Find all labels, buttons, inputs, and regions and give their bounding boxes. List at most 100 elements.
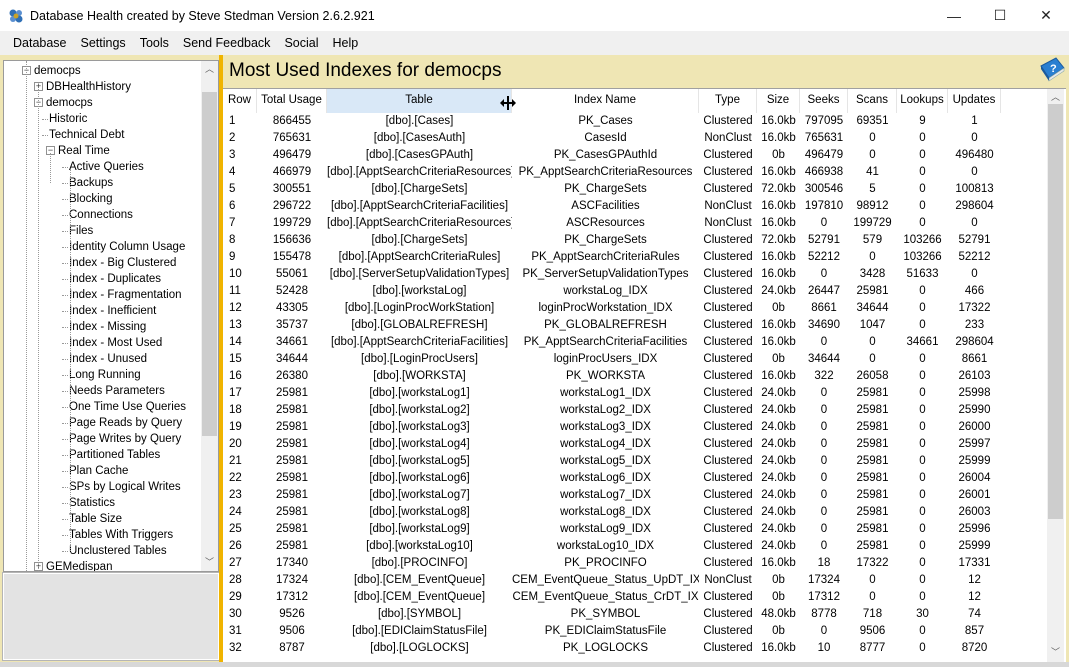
column-header-index-name[interactable]: Index Name [512,89,699,113]
help-book-icon[interactable]: ? [1038,56,1066,82]
tree-item[interactable]: Identity Column Usage [69,239,185,255]
column-header-type[interactable]: Type [699,89,757,113]
tree-item[interactable]: Tables With Triggers [69,527,173,543]
table-row[interactable]: 12 43305 [dbo].[LoginProcWorkStation] login… [223,300,1047,317]
tree-item[interactable]: Unclustered Tables [69,543,167,559]
table-row[interactable]: 27 17340 [dbo].[PROCINFO] PK_PROCINFO Cluste… [223,555,1047,572]
tree-item[interactable]: Index - Unused [69,351,147,367]
menu-social[interactable]: Social [277,31,325,55]
table-row[interactable]: 10 55061 [dbo].[ServerSetupValidationTypes… [223,266,1047,283]
table-row[interactable]: 1 866455 [dbo].[Cases] PK_Cases Clustered 16.… [223,113,1047,130]
maximize-button[interactable]: ☐ [977,0,1023,31]
tree-scroll-thumb[interactable] [202,92,217,436]
table-row[interactable]: 26 25981 [dbo].[workstaLog10] workstaLog10_… [223,538,1047,555]
column-header-row[interactable]: Row [223,89,257,113]
table-row[interactable]: 19 25981 [dbo].[workstaLog3] workstaLog3_ID… [223,419,1047,436]
scroll-down-icon[interactable]: ﹀ [201,554,218,571]
menu-settings[interactable]: Settings [74,31,133,55]
tree-item[interactable]: SPs by Logical Writes [69,479,181,495]
cell-lookups: 0 [919,574,926,586]
table-row[interactable]: 28 17324 [dbo].[CEM_EventQueue] CEM_EventQu… [223,572,1047,589]
tree-item[interactable]: Needs Parameters [69,383,165,399]
tree-item[interactable]: Table Size [69,511,122,527]
table-row[interactable]: 11 52428 [dbo].[workstaLog] workstaLog_IDX C… [223,283,1047,300]
tree-item[interactable]: Page Reads by Query [69,415,182,431]
tree-item[interactable]: Real Time [58,143,110,159]
table-row[interactable]: 6 296722 [dbo].[ApptSearchCriteriaFaciliti… [223,198,1047,215]
table-row[interactable]: 8 156636 [dbo].[ChargeSets] PK_ChargeSets Cl… [223,232,1047,249]
tree-item[interactable]: Historic [49,111,87,127]
column-header-lookups[interactable]: Lookups [897,89,948,113]
cell-scans: 25981 [856,523,889,535]
column-header-seeks[interactable]: Seeks [800,89,848,113]
table-row[interactable]: 15 34644 [dbo].[LoginProcUsers] loginProcUs… [223,351,1047,368]
tree-item[interactable]: Index - Missing [69,319,146,335]
tree-item[interactable]: Long Running [69,367,141,383]
table-row[interactable]: 18 25981 [dbo].[workstaLog2] workstaLog2_ID… [223,402,1047,419]
menu-send-feedback[interactable]: Send Feedback [176,31,278,55]
table-row[interactable]: 22 25981 [dbo].[workstaLog6] workstaLog6_ID… [223,470,1047,487]
tree-item[interactable]: Plan Cache [69,463,128,479]
column-header-scans[interactable]: Scans [848,89,897,113]
table-row[interactable]: 4 466979 [dbo].[ApptSearchCriteriaResource… [223,164,1047,181]
cell-size: 16.0kb [761,132,796,144]
tree-item[interactable]: GEMedispan [46,559,112,571]
tree-item[interactable]: Active Queries [69,159,144,175]
menu-tools[interactable]: Tools [133,31,176,55]
tree-item[interactable]: Index - Inefficient [69,303,156,319]
table-row[interactable]: 14 34661 [dbo].[ApptSearchCriteriaFaciliti… [223,334,1047,351]
column-header-updates[interactable]: Updates [948,89,1001,113]
table-row[interactable]: 17 25981 [dbo].[workstaLog1] workstaLog1_ID… [223,385,1047,402]
tree-item[interactable]: Technical Debt [49,127,124,143]
table-row[interactable]: 3 496479 [dbo].[CasesGPAuth] PK_CasesGPAuth… [223,147,1047,164]
column-header-total-usage[interactable]: Total Usage [257,89,327,113]
tree-item[interactable]: Page Writes by Query [69,431,181,447]
column-header-table[interactable]: Table [327,89,512,113]
table-row[interactable]: 16 26380 [dbo].[WORKSTA] PK_WORKSTA Clustere… [223,368,1047,385]
scroll-down-icon[interactable]: ﹀ [1047,644,1064,661]
tree-item[interactable]: Index - Big Clustered [69,255,176,271]
cell-index-name: PK_LOGLOCKS [562,642,648,654]
grid-scrollbar[interactable]: ︿ ﹀ [1047,89,1064,667]
tree-item[interactable]: Files [69,223,93,239]
tree-item[interactable]: Blocking [69,191,112,207]
table-row[interactable]: 24 25981 [dbo].[workstaLog8] workstaLog8_ID… [223,504,1047,521]
tree-item[interactable]: Partitioned Tables [69,447,160,463]
cell-lookups: 0 [919,166,926,178]
tree-item[interactable]: Backups [69,175,113,191]
tree-item[interactable]: Index - Duplicates [69,271,161,287]
minimize-button[interactable]: — [931,0,977,31]
menu-help[interactable]: Help [325,31,365,55]
table-row[interactable]: 30 9526 [dbo].[SYMBOL] PK_SYMBOL Clustered 48… [223,606,1047,623]
scroll-up-icon[interactable]: ︿ [201,61,218,78]
table-row[interactable]: 7 199729 [dbo].[ApptSearchCriteriaResource… [223,215,1047,232]
table-row[interactable]: 32 8787 [dbo].[LOGLOCKS] PK_LOGLOCKS Cluster… [223,640,1047,657]
tree-scrollbar[interactable]: ︿ ﹀ [201,61,218,571]
table-row[interactable]: 9 155478 [dbo].[ApptSearchCriteriaRules] PK… [223,249,1047,266]
table-row[interactable]: 5 300551 [dbo].[ChargeSets] PK_ChargeSets Cl… [223,181,1047,198]
cell-updates: 17322 [958,302,991,314]
table-row[interactable]: 13 35737 [dbo].[GLOBALREFRESH] PK_GLOBALREF… [223,317,1047,334]
table-row[interactable]: 29 17312 [dbo].[CEM_EventQueue] CEM_EventQu… [223,589,1047,606]
tree-item[interactable]: DBHealthHistory [46,79,131,95]
cell-total-usage: 17312 [276,591,308,603]
grid-scroll-thumb[interactable] [1048,104,1063,519]
table-row[interactable]: 25 25981 [dbo].[workstaLog9] workstaLog9_ID… [223,521,1047,538]
column-header-size[interactable]: Size [757,89,800,113]
tree-item[interactable]: democps [34,63,81,79]
tree-item[interactable]: Index - Fragmentation [69,287,182,303]
menu-database[interactable]: Database [6,31,74,55]
tree-connector [62,503,68,504]
table-row[interactable]: 21 25981 [dbo].[workstaLog5] workstaLog5_ID… [223,453,1047,470]
table-row[interactable]: 31 9506 [dbo].[EDIClaimStatusFile] PK_EDICl… [223,623,1047,640]
cell-updates: 52212 [958,251,991,263]
tree-item[interactable]: Statistics [69,495,115,511]
table-row[interactable]: 20 25981 [dbo].[workstaLog4] workstaLog4_ID… [223,436,1047,453]
table-row[interactable]: 23 25981 [dbo].[workstaLog7] workstaLog7_ID… [223,487,1047,504]
tree-item[interactable]: Index - Most Used [69,335,162,351]
tree-item[interactable]: One Time Use Queries [69,399,186,415]
table-row[interactable]: 2 765631 [dbo].[CasesAuth] CasesId NonClust 1… [223,130,1047,147]
close-button[interactable]: ✕ [1023,0,1069,31]
tree-item[interactable]: democps [46,95,93,111]
tree-item[interactable]: Connections [69,207,133,223]
